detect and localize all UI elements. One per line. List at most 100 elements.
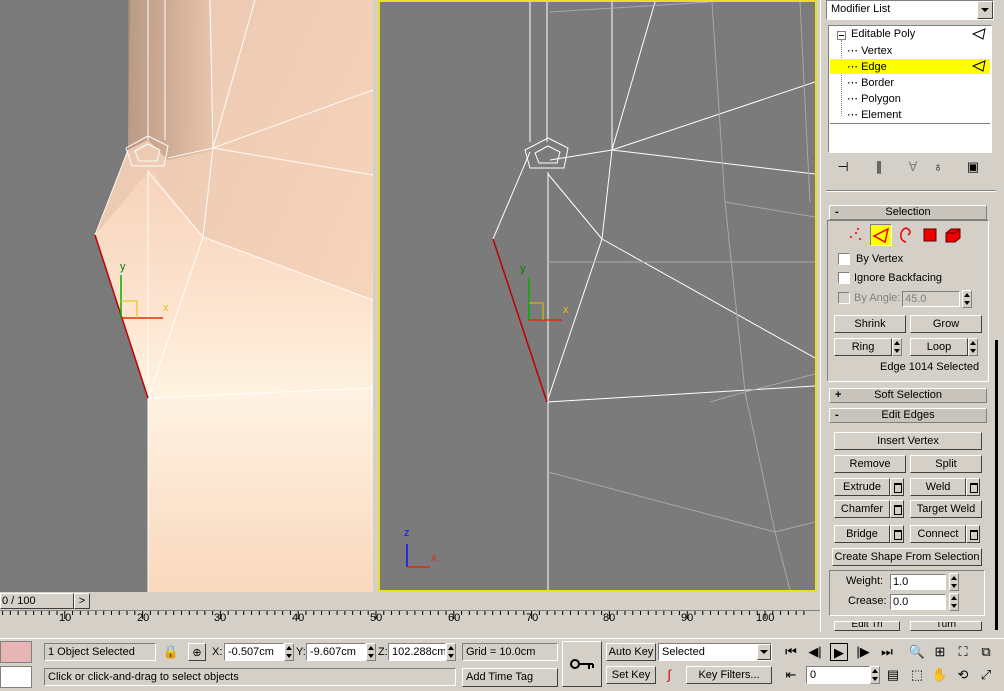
collapse-toggle-icon[interactable] — [837, 31, 846, 40]
weld-settings-icon[interactable] — [966, 478, 980, 496]
chamfer-settings-icon[interactable] — [890, 500, 904, 518]
modifier-stack[interactable]: Editable Poly ⋯ Vertex ⋯ Edge ⋯ Border ⋯… — [828, 25, 992, 153]
absolute-mode-icon[interactable]: ⊕ — [188, 643, 206, 661]
ignore-backfacing-checkbox[interactable] — [838, 272, 850, 284]
angle-field[interactable]: 45.0 — [902, 291, 960, 307]
previous-frame-icon[interactable]: ◀| — [806, 643, 824, 661]
modifier-list-dropdown[interactable]: Modifier List — [826, 0, 994, 20]
ring-spinner[interactable] — [892, 338, 902, 356]
set-key-button[interactable]: Set Key — [606, 666, 656, 684]
dropdown-arrow-icon[interactable] — [977, 1, 993, 19]
stack-item-element[interactable]: ⋯ Element — [847, 108, 901, 121]
orbit-icon[interactable]: ⟲ — [954, 666, 972, 684]
loop-spinner[interactable] — [968, 338, 978, 356]
create-shape-button[interactable]: Create Shape From Selection — [832, 548, 982, 566]
by-angle-checkbox[interactable] — [838, 292, 850, 304]
key-mode-toggle-icon[interactable]: ⇤ — [782, 666, 800, 684]
play-icon[interactable]: ▶ — [830, 643, 848, 661]
zoom-all-icon[interactable]: ⊞ — [931, 643, 949, 661]
extrude-button[interactable]: Extrude — [834, 478, 890, 496]
stack-item-vertex[interactable]: ⋯ Vertex — [847, 44, 892, 57]
polygon-subobject-icon[interactable] — [920, 225, 940, 245]
connect-settings-icon[interactable] — [966, 525, 980, 543]
extrude-settings-icon[interactable] — [890, 478, 904, 496]
maximize-viewport-icon[interactable]: ⤢ — [977, 666, 995, 684]
auto-key-button[interactable]: Auto Key — [606, 643, 656, 661]
angle-spinner[interactable] — [962, 290, 972, 308]
x-coord-field[interactable]: -0.507cm — [224, 643, 284, 661]
edit-edges-rollout-header[interactable]: - Edit Edges — [829, 408, 987, 423]
time-next-button[interactable]: > — [74, 593, 90, 609]
bridge-settings-icon[interactable] — [890, 525, 904, 543]
make-unique-icon[interactable]: ∀ — [904, 158, 922, 176]
turn-button[interactable]: Turn — [910, 621, 982, 631]
stack-item-border[interactable]: ⋯ Border — [847, 76, 894, 89]
go-to-start-icon[interactable]: ⏮ — [782, 643, 800, 661]
lock-selection-icon[interactable]: 🔒 — [162, 643, 180, 661]
current-frame-spinner[interactable] — [870, 666, 880, 684]
stack-item-polygon[interactable]: ⋯ Polygon — [847, 92, 901, 105]
right-viewport-wireframe[interactable]: y x z x — [378, 0, 817, 592]
stack-item-editable-poly[interactable]: Editable Poly — [851, 28, 915, 40]
chamfer-button[interactable]: Chamfer — [834, 500, 890, 518]
selection-rollout-header[interactable]: - Selection — [829, 205, 987, 220]
time-configuration-icon[interactable]: ▤ — [884, 666, 902, 684]
show-end-result-icon[interactable]: ∥ — [870, 158, 888, 176]
z-coord-field[interactable]: 102.288cm — [388, 643, 446, 661]
remove-modifier-icon[interactable]: ♁ — [929, 158, 947, 176]
dropdown-arrow-icon[interactable] — [757, 644, 771, 660]
pin-stack-icon[interactable]: ⊣ — [834, 158, 852, 176]
border-subobject-icon[interactable] — [896, 225, 916, 245]
region-zoom-icon[interactable]: ⬚ — [908, 666, 926, 684]
pan-icon[interactable]: ✋ — [931, 666, 949, 684]
soft-selection-rollout-header[interactable]: + Soft Selection — [829, 388, 987, 403]
edge-subobject-button[interactable] — [870, 224, 892, 246]
crease-label: Crease: — [848, 595, 887, 607]
x-coord-spinner[interactable] — [284, 643, 294, 661]
zoom-icon[interactable]: 🔍 — [908, 643, 926, 661]
weld-button[interactable]: Weld — [910, 478, 966, 496]
zoom-extents-icon[interactable]: ⛶ — [954, 643, 972, 661]
zoom-extents-all-icon[interactable]: ⧉ — [977, 643, 995, 661]
view-axis-tripod — [406, 544, 430, 568]
set-key-big-button[interactable] — [562, 641, 602, 687]
maxscript-listener-mini[interactable] — [0, 641, 32, 663]
edit-tri-button[interactable]: Edit Tri — [834, 621, 900, 631]
bridge-button[interactable]: Bridge — [834, 525, 890, 543]
loop-button[interactable]: Loop — [910, 338, 968, 356]
weight-spinner[interactable] — [949, 573, 959, 591]
current-frame-field[interactable]: 0 — [806, 666, 870, 684]
key-mode-dropdown[interactable]: Selected — [658, 643, 772, 661]
add-time-tag-button[interactable]: Add Time Tag — [462, 668, 558, 687]
time-slider-thumb[interactable]: 0 / 100 — [0, 593, 74, 609]
insert-vertex-button[interactable]: Insert Vertex — [834, 432, 982, 450]
stack-item-edge[interactable]: ⋯ Edge — [847, 60, 887, 73]
remove-button[interactable]: Remove — [834, 455, 906, 473]
maxscript-input-mini[interactable] — [0, 666, 32, 688]
crease-spinner[interactable] — [949, 593, 959, 611]
target-weld-button[interactable]: Target Weld — [910, 500, 982, 518]
element-subobject-icon[interactable] — [943, 225, 963, 245]
by-vertex-checkbox[interactable] — [838, 253, 850, 265]
go-to-end-icon[interactable]: ⏭ — [878, 643, 896, 661]
time-slider-track[interactable]: 0 / 100 > — [0, 592, 820, 610]
transform-gizmo-right[interactable] — [528, 277, 562, 321]
ring-button[interactable]: Ring — [834, 338, 892, 356]
split-button[interactable]: Split — [910, 455, 982, 473]
connect-button[interactable]: Connect — [910, 525, 966, 543]
weight-field[interactable]: 1.0 — [890, 574, 946, 590]
left-viewport-shaded[interactable]: y x — [0, 0, 373, 592]
key-filters-button[interactable]: Key Filters... — [686, 666, 772, 684]
curve-editor-icon[interactable]: ∫ — [660, 666, 678, 684]
shrink-button[interactable]: Shrink — [834, 315, 906, 333]
next-frame-icon[interactable]: |▶ — [854, 643, 872, 661]
y-coord-field[interactable]: -9.607cm — [306, 643, 366, 661]
panel-scrollbar[interactable] — [995, 340, 998, 630]
grow-button[interactable]: Grow — [910, 315, 982, 333]
y-coord-spinner[interactable] — [366, 643, 376, 661]
vertex-subobject-icon[interactable] — [846, 225, 866, 245]
z-coord-spinner[interactable] — [446, 643, 456, 661]
track-bar-ruler[interactable]: 10 20 30 40 50 60 70 80 90 100 — [0, 610, 820, 638]
configure-modifier-sets-icon[interactable]: ▣ — [964, 158, 982, 176]
crease-field[interactable]: 0.0 — [890, 594, 946, 610]
